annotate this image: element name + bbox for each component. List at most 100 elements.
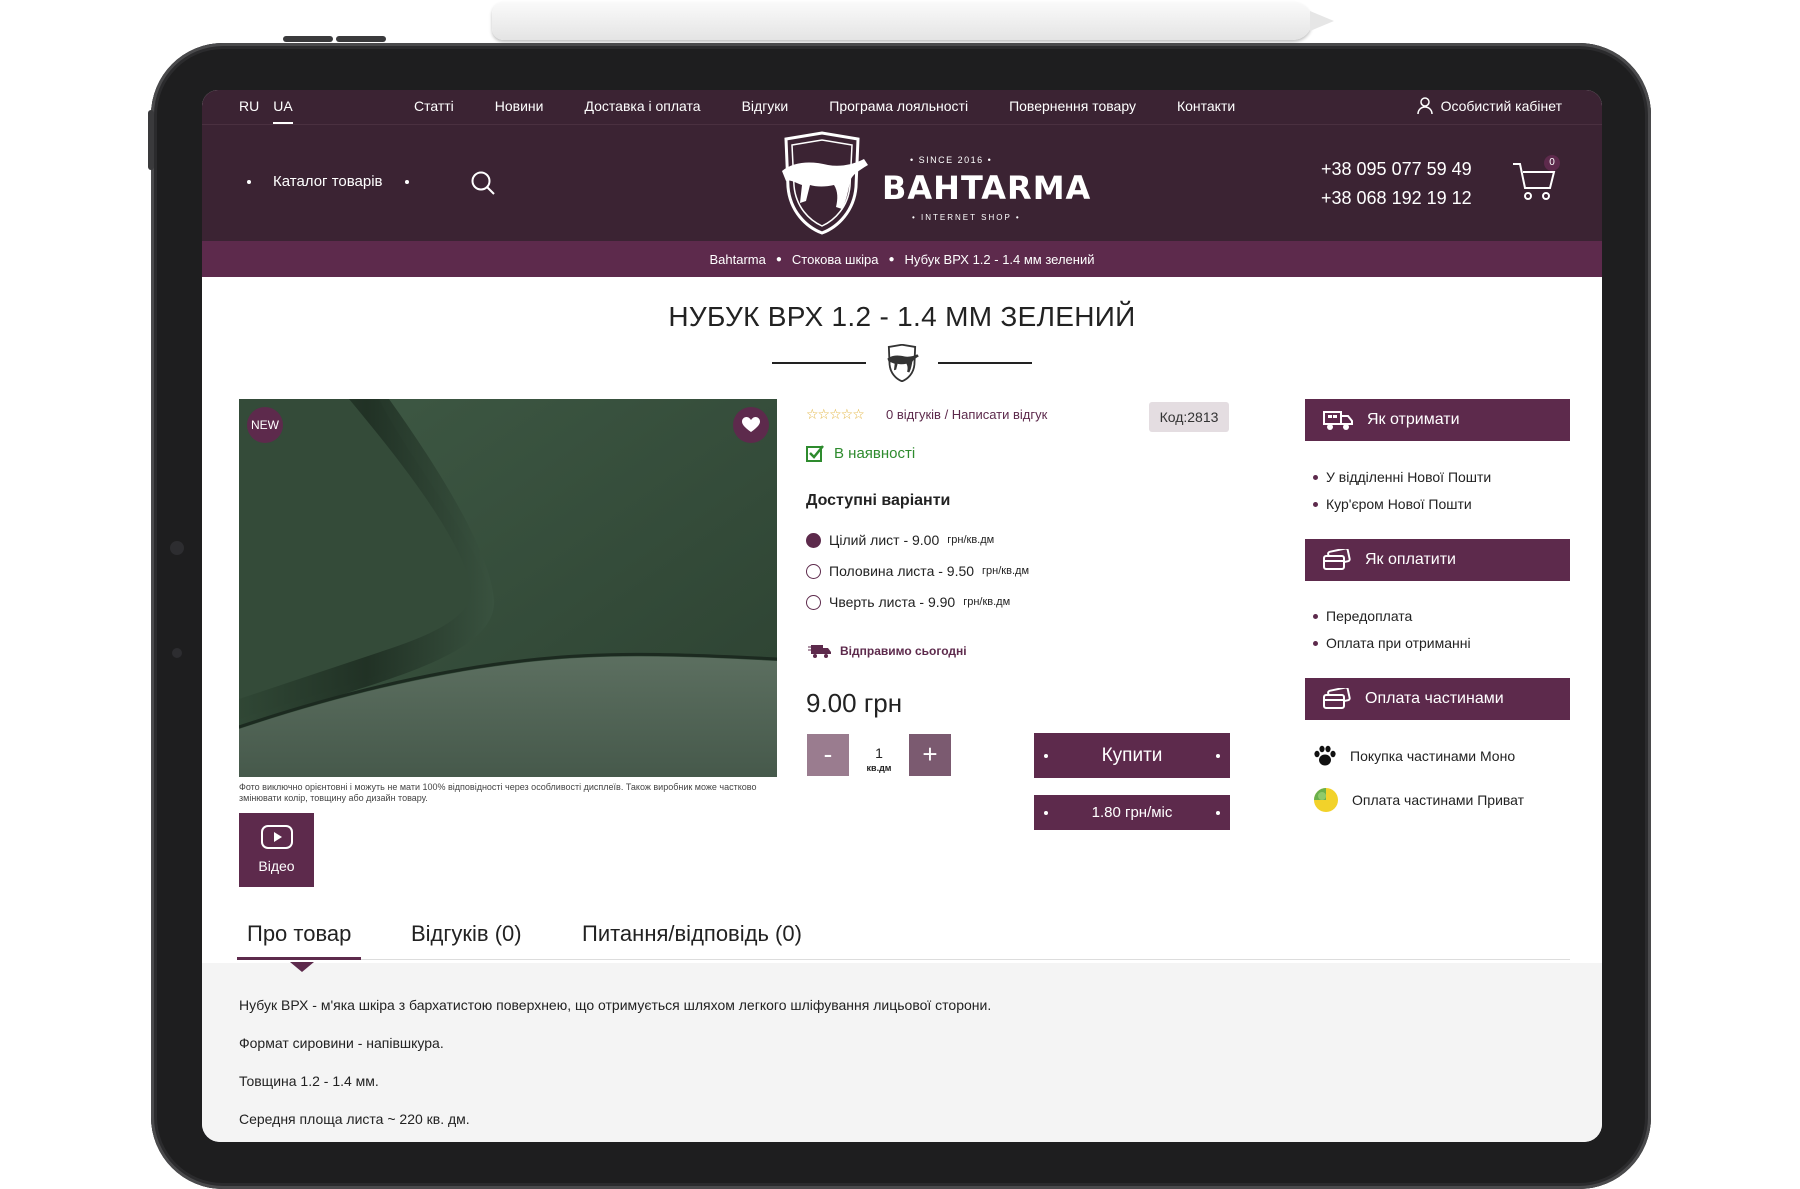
credit-card-icon <box>1323 688 1351 709</box>
delivery-truck-icon <box>808 645 831 658</box>
delivery-heading[interactable]: Як отримати <box>1305 399 1570 441</box>
breadcrumb-current: Нубук ВРХ 1.2 - 1.4 мм зелений <box>904 251 1095 267</box>
phone-1[interactable]: +38 095 077 59 49 <box>1321 155 1472 184</box>
radio-icon[interactable] <box>806 594 821 610</box>
quantity-decrease-button[interactable]: - <box>807 734 849 776</box>
logo-name: BAHTARMA <box>882 169 1092 207</box>
button-dot-icon <box>1044 753 1048 758</box>
catalog-dot-icon-2 <box>404 179 409 184</box>
bullet-icon <box>1313 640 1318 646</box>
phone-2[interactable]: +38 068 192 19 12 <box>1321 184 1472 213</box>
payment-title: Як оплатити <box>1365 551 1456 568</box>
tab-questions[interactable]: Питання/відповідь (0) <box>582 921 802 947</box>
quantity-input[interactable]: 1 кв.дм <box>849 734 909 776</box>
payment-option: Оплата при отриманні <box>1313 635 1471 651</box>
reviews-count-link[interactable]: 0 відгуків <box>886 407 941 422</box>
nubuck-leather-photo <box>239 399 777 777</box>
search-icon[interactable] <box>470 170 496 196</box>
variant-unit: грн/кв.дм <box>947 534 995 546</box>
rating-stars-icon[interactable]: ☆☆☆☆☆ <box>806 406 865 423</box>
bullet-icon <box>1313 501 1318 507</box>
payment-option-label: Передоплата <box>1326 608 1413 624</box>
tab-about[interactable]: Про товар <box>236 921 362 960</box>
tab-reviews[interactable]: Відгуків (0) <box>411 921 522 947</box>
description-paragraph: Нубук ВРХ - м'яка шкіра з бархатистою по… <box>239 997 992 1013</box>
button-dot-icon-2 <box>1216 810 1220 815</box>
mono-paw-icon <box>1314 745 1336 766</box>
browser-screen: RU UA Статті Новини Доставка і оплата Ві… <box>202 90 1602 1142</box>
delivery-option: Кур'єром Нової Пошти <box>1313 496 1472 512</box>
quantity-unit: кв.дм <box>866 763 892 773</box>
volume-button <box>283 36 333 42</box>
volume-button-2 <box>336 36 386 42</box>
write-review-link[interactable]: Написати відгук <box>952 407 1048 422</box>
variants-heading: Доступні варіанти <box>806 492 951 509</box>
nav-link-delivery[interactable]: Доставка і оплата <box>585 98 701 114</box>
divider-line-left <box>772 362 866 364</box>
site-header: Каталог товарів • SINCE 2016 • BAHTARMA … <box>202 124 1602 241</box>
credit-card-icon <box>1323 549 1351 570</box>
bullet-icon <box>1313 474 1318 480</box>
installment-button[interactable]: 1.80 грн/міс <box>1034 795 1230 830</box>
installment-option-privat: Оплата частинами Приват <box>1312 786 1524 814</box>
page-title: НУБУК ВРХ 1.2 - 1.4 ММ ЗЕЛЕНИЙ <box>668 301 1136 332</box>
stock-label: В наявності <box>834 444 916 462</box>
installments-heading[interactable]: Оплата частинами <box>1305 678 1570 720</box>
quantity-increase-button[interactable]: + <box>909 734 951 776</box>
nav-link-loyalty[interactable]: Програма лояльності <box>829 98 968 114</box>
nav-link-news[interactable]: Новини <box>495 98 544 114</box>
account-link[interactable]: Особистий кабінет <box>1416 97 1562 114</box>
camera-sensor-2 <box>172 648 182 658</box>
active-tab-pointer-icon <box>290 962 314 972</box>
description-paragraph: Формат сировини - напівшкура. <box>239 1035 444 1051</box>
buy-button[interactable]: Купити <box>1034 733 1230 778</box>
variant-option-quarter[interactable]: Чверть листа - 9.90 грн/кв.дм <box>806 594 1010 610</box>
installment-label: 1.80 грн/міс <box>1091 804 1173 821</box>
radio-icon[interactable] <box>806 563 821 579</box>
catalog-label: Каталог товарів <box>273 173 383 190</box>
breadcrumb-separator-icon: ● <box>775 253 782 265</box>
radio-selected-icon[interactable] <box>806 532 821 548</box>
product-code: Код:2813 <box>1149 402 1229 432</box>
breadcrumb-home[interactable]: Bahtarma <box>710 252 766 267</box>
site-logo[interactable]: • SINCE 2016 • BAHTARMA • INTERNET SHOP … <box>772 131 1090 236</box>
nav-link-returns[interactable]: Повернення товару <box>1009 98 1136 114</box>
breadcrumb-category[interactable]: Стокова шкіра <box>792 252 879 267</box>
button-dot-icon <box>1044 810 1048 815</box>
account-label: Особистий кабінет <box>1440 97 1562 114</box>
play-video-icon <box>260 825 293 849</box>
installments-title: Оплата частинами <box>1365 690 1504 707</box>
lang-ua[interactable]: UA <box>273 98 294 124</box>
nav-link-reviews[interactable]: Відгуки <box>742 98 789 114</box>
video-button[interactable]: Відео <box>239 813 314 887</box>
installment-mono-label: Покупка частинами Моно <box>1350 748 1516 764</box>
wishlist-button[interactable] <box>733 407 769 443</box>
ship-today-note: Відправимо сьогодні <box>808 643 967 659</box>
button-dot-icon-2 <box>1215 753 1220 758</box>
variant-label: Чверть листа - 9.90 <box>829 594 956 610</box>
variant-option-half[interactable]: Половина листа - 9.50 грн/кв.дм <box>806 563 1029 579</box>
nav-link-articles[interactable]: Статті <box>414 98 454 114</box>
payment-heading[interactable]: Як оплатити <box>1305 539 1570 581</box>
new-badge: NEW <box>247 407 283 443</box>
payment-option: Передоплата <box>1313 608 1412 624</box>
language-switcher: RU UA <box>239 98 294 124</box>
phone-numbers: +38 095 077 59 49 +38 068 192 19 12 <box>1321 155 1472 213</box>
lang-ru[interactable]: RU <box>239 98 259 114</box>
description-paragraph: Товщина 1.2 - 1.4 мм. <box>239 1073 379 1089</box>
installment-option-mono: Покупка частинами Моно <box>1312 744 1515 768</box>
quantity-value: 1 <box>875 745 883 761</box>
ship-today-label: Відправимо сьогодні <box>840 644 967 658</box>
title-divider <box>772 342 1032 382</box>
camera-sensor <box>170 541 184 555</box>
product-image[interactable]: NEW <box>239 399 777 777</box>
nav-link-contacts[interactable]: Контакти <box>1177 98 1235 114</box>
bull-shield-icon <box>782 131 868 235</box>
catalog-button[interactable]: Каталог товарів <box>247 173 409 190</box>
video-label: Відео <box>258 858 295 874</box>
logo-since: • SINCE 2016 • <box>910 155 993 165</box>
variant-option-full[interactable]: Цілий лист - 9.00 грн/кв.дм <box>806 532 994 548</box>
checkbox-check-icon <box>806 445 824 462</box>
side-button <box>148 110 154 170</box>
delivery-option-label: У відділенні Нової Пошти <box>1326 469 1492 485</box>
